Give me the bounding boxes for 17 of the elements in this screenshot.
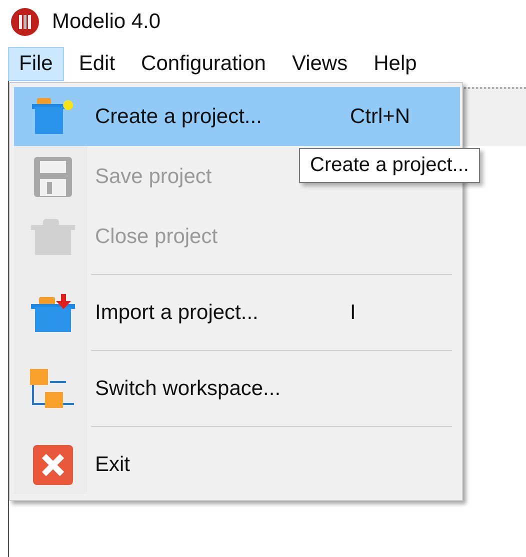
close-icon — [32, 444, 72, 484]
folder-tree-icon — [30, 368, 76, 408]
window-title: Modelio 4.0 — [52, 10, 161, 34]
menu-item[interactable]: Switch workspace... — [14, 359, 460, 418]
menu-bar-item[interactable]: Configuration — [130, 47, 277, 81]
menu-item[interactable]: Exit — [14, 435, 460, 494]
folder-import-icon — [30, 294, 74, 332]
folder-icon — [30, 98, 74, 136]
menu-bar-item[interactable]: File — [8, 47, 64, 81]
menu-item[interactable]: Create a project... Ctrl+N — [14, 87, 460, 146]
tooltip: Create a project... — [299, 148, 480, 183]
app-logo-icon — [10, 7, 40, 37]
menu-bar-item[interactable]: Views — [280, 47, 359, 81]
menu-item[interactable]: Import a project... I — [14, 283, 460, 342]
menu-bar-item[interactable]: Edit — [68, 47, 126, 81]
folder-icon — [30, 218, 74, 254]
menu-bar-item[interactable]: Help — [362, 47, 428, 81]
